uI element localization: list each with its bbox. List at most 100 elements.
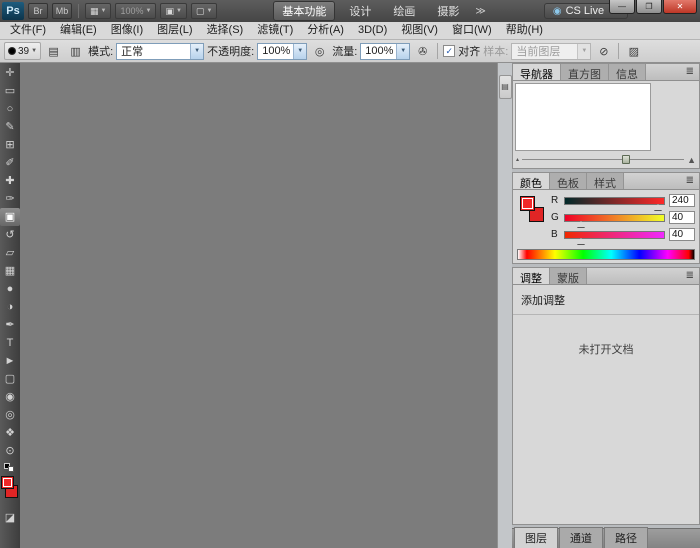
crop-tool[interactable]: ⊞	[0, 136, 20, 154]
navigator-panel-menu-icon[interactable]: ≣	[681, 64, 699, 80]
arrange-documents-icon: ▣	[165, 6, 174, 17]
photoshop-window: Ps Br Mb ▦ ▼ 100% ▼ ▣ ▼ ▢ ▼ 基本功能 设计 绘画 摄…	[0, 0, 700, 548]
flow-field[interactable]: 100% ▼	[360, 43, 410, 60]
zoom-tool[interactable]: ⊙	[0, 442, 20, 460]
cs-live-icon: ◉	[553, 6, 562, 17]
tab-masks[interactable]: 蒙版	[550, 268, 587, 284]
workspace-essentials[interactable]: 基本功能	[273, 1, 335, 21]
foreground-color-swatch[interactable]	[1, 476, 14, 489]
path-selection-tool[interactable]: ►	[0, 352, 20, 370]
rectangle-tool[interactable]: ▢	[0, 370, 20, 388]
zoom-level-dropdown[interactable]: 100% ▼	[115, 3, 156, 19]
quick-mask-button[interactable]: ◪	[5, 511, 15, 524]
color-spectrum-ramp[interactable]	[517, 249, 695, 260]
3d-rotate-tool[interactable]: ◉	[0, 388, 20, 406]
toggle-brush-panel-icon[interactable]: ▨	[624, 42, 643, 60]
menu-image[interactable]: 图像(I)	[104, 22, 150, 39]
menu-filter[interactable]: 滤镜(T)	[250, 22, 300, 39]
tab-styles[interactable]: 样式	[587, 173, 624, 189]
workspace-painting[interactable]: 绘画	[385, 2, 423, 20]
brush-preset-picker[interactable]: 39 ▼	[4, 42, 41, 60]
minimize-button[interactable]: —	[609, 0, 635, 14]
tab-navigator[interactable]: 导航器	[513, 64, 561, 80]
align-checkbox[interactable]: ✓	[443, 45, 455, 57]
workspace-design[interactable]: 设计	[341, 2, 379, 20]
tab-info[interactable]: 信息	[609, 64, 646, 80]
channel-r-slider[interactable]	[564, 197, 665, 205]
tab-adjustments[interactable]: 调整	[513, 268, 550, 284]
gradient-tool[interactable]: ▦	[0, 262, 20, 280]
menu-select[interactable]: 选择(S)	[200, 22, 251, 39]
type-tool[interactable]: T	[0, 334, 20, 352]
menu-help[interactable]: 帮助(H)	[499, 22, 550, 39]
spot-healing-brush-tool[interactable]: ✚	[0, 172, 20, 190]
close-button[interactable]: ✕	[663, 0, 697, 14]
channel-g-input[interactable]	[669, 211, 695, 224]
channel-b-input[interactable]	[669, 228, 695, 241]
color-panel-menu-icon[interactable]: ≣	[681, 173, 699, 189]
lasso-tool[interactable]: ○	[0, 100, 20, 118]
channel-g-slider[interactable]	[564, 214, 665, 222]
channel-g-slider-thumb[interactable]	[577, 221, 585, 227]
channel-b-slider-thumb[interactable]	[577, 238, 585, 244]
zoom-out-mountain-icon[interactable]: ▴	[516, 156, 519, 163]
bridge-icon[interactable]: Br	[28, 3, 48, 19]
mini-bridge-icon[interactable]: Mb	[52, 3, 72, 19]
tab-swatches[interactable]: 色板	[550, 173, 587, 189]
menu-file[interactable]: 文件(F)	[3, 22, 53, 39]
3d-orbit-tool[interactable]: ◎	[0, 406, 20, 424]
history-brush-tool[interactable]: ↺	[0, 226, 20, 244]
airbrush-icon[interactable]: ✇	[413, 42, 432, 60]
mode-value: 正常	[117, 43, 190, 59]
menu-window[interactable]: 窗口(W)	[445, 22, 499, 39]
arrange-documents-button[interactable]: ▣ ▼	[160, 3, 186, 19]
panel-foreground-swatch[interactable]	[520, 196, 535, 211]
clone-stamp-tool[interactable]: ▣	[0, 208, 20, 226]
toolbar: ✛ ▭ ○ ✎ ⊞ ✐ ✚ ✑ ▣ ↺ ▱ ▦ ● ◑ ✒ T ► ▢ ◉ ◎ …	[0, 63, 20, 548]
slider-thumb[interactable]	[622, 155, 630, 164]
navigator-panel-tabs: 导航器 直方图 信息 ≣	[513, 64, 699, 81]
brush-panel-toggle-icon[interactable]: ▤	[44, 42, 63, 60]
tab-channels[interactable]: 通道	[559, 527, 603, 548]
brush-size-value: 39	[18, 46, 29, 57]
sample-select[interactable]: 当前图层 ▼	[511, 43, 591, 60]
tab-color[interactable]: 颜色	[513, 173, 550, 189]
maximize-button[interactable]: ❐	[636, 0, 662, 14]
move-tool[interactable]: ✛	[0, 64, 20, 82]
menu-analysis[interactable]: 分析(A)	[300, 22, 351, 39]
screen-mode-button[interactable]: ▢ ▼	[191, 3, 217, 19]
channel-r-slider-thumb[interactable]	[654, 204, 662, 210]
tab-layers[interactable]: 图层	[514, 527, 558, 548]
view-extras-button[interactable]: ▦ ▼	[85, 3, 111, 19]
default-colors-icon[interactable]	[4, 463, 16, 473]
adjustments-panel-menu-icon[interactable]: ≣	[681, 268, 699, 284]
tab-paths[interactable]: 路径	[604, 527, 648, 548]
eyedropper-tool[interactable]: ✐	[0, 154, 20, 172]
menu-edit[interactable]: 编辑(E)	[53, 22, 104, 39]
channel-b-slider[interactable]	[564, 231, 665, 239]
channel-r-input[interactable]	[669, 194, 695, 207]
quick-selection-tool[interactable]: ✎	[0, 118, 20, 136]
mode-select[interactable]: 正常 ▼	[116, 43, 204, 60]
workspace-more-button[interactable]: ≫	[473, 6, 487, 17]
menu-view[interactable]: 视图(V)	[394, 22, 445, 39]
dodge-tool[interactable]: ◑	[0, 298, 20, 316]
navigator-zoom-slider[interactable]	[522, 154, 684, 165]
workspace-photography[interactable]: 摄影	[429, 2, 467, 20]
channel-row-b: B	[551, 226, 695, 243]
blur-tool[interactable]: ●	[0, 280, 20, 298]
pen-tool[interactable]: ✒	[0, 316, 20, 334]
hand-tool[interactable]: ❖	[0, 424, 20, 442]
tab-histogram[interactable]: 直方图	[561, 64, 609, 80]
menu-3d[interactable]: 3D(D)	[351, 22, 394, 39]
collapsed-panel-icon[interactable]: ▤	[499, 75, 512, 99]
zoom-in-mountain-icon[interactable]: ▲	[687, 155, 696, 165]
menu-layer[interactable]: 图层(L)	[150, 22, 199, 39]
clone-source-panel-icon[interactable]: ▥	[66, 42, 85, 60]
rectangular-marquee-tool[interactable]: ▭	[0, 82, 20, 100]
eraser-tool[interactable]: ▱	[0, 244, 20, 262]
brush-tool[interactable]: ✑	[0, 190, 20, 208]
tablet-pressure-icon[interactable]: ◎	[310, 42, 329, 60]
ignore-adjustment-layers-icon[interactable]: ⊘	[594, 42, 613, 60]
opacity-field[interactable]: 100% ▼	[257, 43, 307, 60]
